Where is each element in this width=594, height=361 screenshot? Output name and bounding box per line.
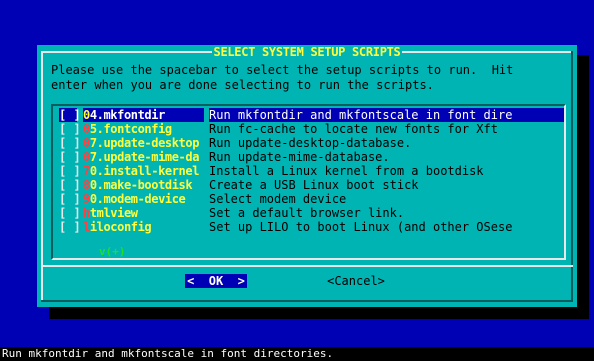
script-description: Select modem device	[209, 192, 347, 206]
hotkey-char: 0	[83, 150, 90, 164]
script-name-rest: 0.make-bootdisk	[89, 178, 193, 192]
checklist-row[interactable]: [ ] 07.update-mime-da Run update-mime-data…	[59, 150, 564, 164]
checklist-row[interactable]: [ ] 70.install-kernel Install a Linux kern…	[59, 164, 564, 178]
hotkey-char: 0	[83, 122, 90, 136]
checklist-row[interactable]: [ ] liloconfig Set up LILO to boot Linux (…	[59, 220, 564, 234]
hotkey-char: h	[83, 206, 90, 220]
hotkey-char: 8	[83, 178, 90, 192]
script-description: Run update-mime-database.	[209, 150, 390, 164]
dialog-frame-left	[41, 51, 43, 301]
script-name-rest: 4.mkfontdir	[89, 108, 165, 122]
terminal-screen: SELECT SYSTEM SETUP SCRIPTS Please use t…	[0, 0, 594, 361]
script-name: 07.update-desktop	[83, 136, 204, 150]
script-description: Install a Linux kernel from a bootdisk	[209, 164, 484, 178]
script-name: 80.make-bootdisk	[83, 178, 204, 192]
script-description: Run fc-cache to locate new fonts for Xft	[209, 122, 498, 136]
script-description: Run update-desktop-database.	[209, 136, 412, 150]
script-description: Set a default browser link.	[209, 206, 405, 220]
ok-button[interactable]: < OK >	[185, 274, 247, 288]
checklist-row[interactable]: [ ] 90.modem-device Select modem device	[59, 192, 564, 206]
dialog-title-text: SELECT SYSTEM SETUP SCRIPTS	[211, 45, 403, 59]
script-name-rest: 7.update-mime-da	[89, 150, 200, 164]
checkbox[interactable]: [ ]	[59, 164, 81, 178]
hotkey-char: l	[83, 220, 90, 234]
checklist-rows: [ ] 04.mkfontdir Run mkfontdir and mkfonts…	[59, 108, 564, 234]
dialog-instructions: Please use the spacebar to select the se…	[51, 63, 514, 92]
checkbox[interactable]: [ ]	[59, 122, 81, 136]
script-name-rest: 0.install-kernel	[89, 164, 200, 178]
checkbox[interactable]: [ ]	[59, 206, 81, 220]
checklist-row[interactable]: [ ] 04.mkfontdir Run mkfontdir and mkfonts…	[59, 108, 564, 122]
script-description: Create a USB Linux boot stick	[209, 178, 419, 192]
script-name: liloconfig	[83, 220, 204, 234]
script-name: htmlview	[83, 206, 204, 220]
script-name: 05.fontconfig	[83, 122, 204, 136]
checkbox[interactable]: [ ]	[59, 108, 81, 122]
script-description: Run mkfontdir and mkfontscale in font di…	[209, 108, 564, 122]
script-description: Set up LILO to boot Linux (and other OSe…	[209, 220, 513, 234]
checklist-row[interactable]: [ ] htmlview Set a default browser link.	[59, 206, 564, 220]
checkbox[interactable]: [ ]	[59, 136, 81, 150]
script-name-rest: 5.fontconfig	[89, 122, 172, 136]
script-name-rest: tmlview	[89, 206, 138, 220]
button-divider	[41, 265, 573, 267]
checkbox[interactable]: [ ]	[59, 192, 81, 206]
hotkey-char: 0	[83, 136, 90, 150]
script-name-rest: iloconfig	[89, 220, 152, 234]
checkbox[interactable]: [ ]	[59, 150, 81, 164]
script-name: 04.mkfontdir	[83, 108, 204, 122]
more-items-indicator: v(+)	[99, 245, 126, 258]
checkbox[interactable]: [ ]	[59, 220, 81, 234]
hotkey-char: 7	[83, 164, 90, 178]
script-name: 70.install-kernel	[83, 164, 204, 178]
checklist-row[interactable]: [ ] 05.fontconfig Run fc-cache to locate n…	[59, 122, 564, 136]
script-name-rest: 7.update-desktop	[89, 136, 200, 150]
checkbox[interactable]: [ ]	[59, 178, 81, 192]
script-name: 07.update-mime-da	[83, 150, 204, 164]
checklist-row[interactable]: [ ] 80.make-bootdisk Create a USB Linux bo…	[59, 178, 564, 192]
dialog-title: SELECT SYSTEM SETUP SCRIPTS	[37, 45, 577, 59]
cancel-button[interactable]: <Cancel>	[323, 274, 389, 288]
setup-scripts-dialog: SELECT SYSTEM SETUP SCRIPTS Please use t…	[37, 45, 577, 307]
hotkey-char: 0	[83, 108, 90, 122]
hotkey-char: 9	[83, 192, 90, 206]
status-bar: Run mkfontdir and mkfontscale in font di…	[0, 347, 594, 361]
dialog-frame-bottom	[41, 300, 573, 302]
checklist-row[interactable]: [ ] 07.update-desktop Run update-desktop-d…	[59, 136, 564, 150]
script-name-rest: 0.modem-device	[89, 192, 186, 206]
script-name: 90.modem-device	[83, 192, 204, 206]
script-checklist[interactable]: [ ] 04.mkfontdir Run mkfontdir and mkfonts…	[51, 104, 566, 260]
